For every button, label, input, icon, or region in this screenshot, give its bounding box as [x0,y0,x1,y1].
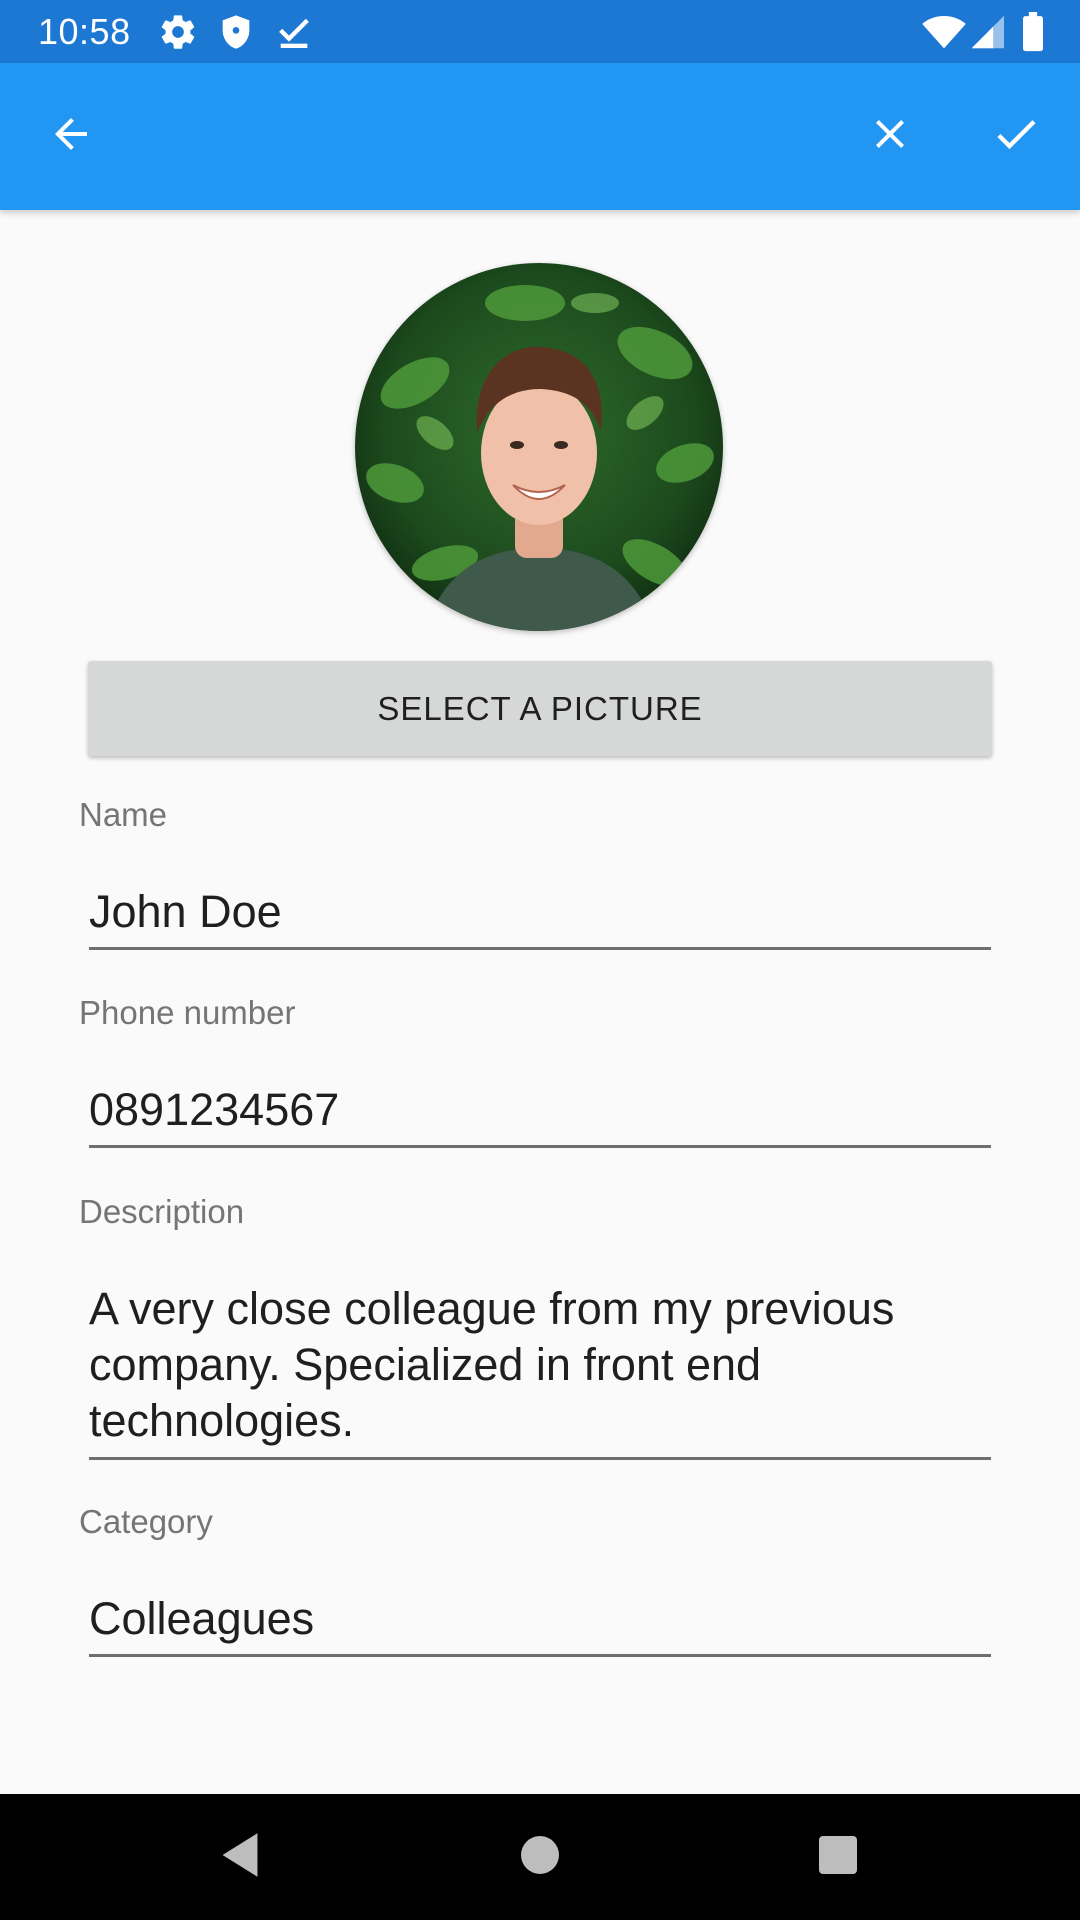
shield-icon [216,12,256,52]
description-field-value: A very close colleague from my previous … [89,1283,895,1446]
name-field[interactable]: John Doe [89,884,991,950]
wifi-icon [922,12,966,52]
nav-home-icon [520,1835,560,1880]
select-picture-button[interactable]: SELECT A PICTURE [88,661,992,756]
nav-recents-button[interactable] [803,1822,873,1892]
nav-back-button[interactable] [205,1822,275,1892]
name-field-value: John Doe [89,886,282,937]
system-nav-bar [0,1794,1080,1920]
description-label: Description [79,1193,245,1230]
battery-icon [1018,12,1048,52]
nav-home-button[interactable] [505,1822,575,1892]
phone-label: Phone number [79,994,296,1031]
arrow-back-icon [47,110,95,163]
phone-field[interactable]: 0891234567 [89,1082,991,1148]
app-bar [0,63,1080,210]
status-bar: 10:58 [0,0,1080,63]
avatar [355,263,723,631]
status-time: 10:58 [38,11,131,52]
name-label: Name [79,796,168,833]
cancel-button[interactable] [857,103,923,169]
description-field[interactable]: A very close colleague from my previous … [89,1281,991,1460]
back-button[interactable] [38,103,104,169]
avatar-photo [355,263,723,631]
confirm-button[interactable] [983,103,1049,169]
close-icon [866,110,914,163]
category-field-value: Colleagues [89,1593,315,1644]
phone-field-value: 0891234567 [89,1084,340,1135]
check-icon [990,108,1042,165]
cell-signal-icon [968,12,1004,52]
nav-recents-icon [818,1835,858,1880]
download-done-icon [274,12,314,52]
nav-back-icon [218,1831,262,1884]
gear-icon [158,12,198,52]
category-label: Category [79,1503,213,1540]
category-field[interactable]: Colleagues [89,1591,991,1657]
